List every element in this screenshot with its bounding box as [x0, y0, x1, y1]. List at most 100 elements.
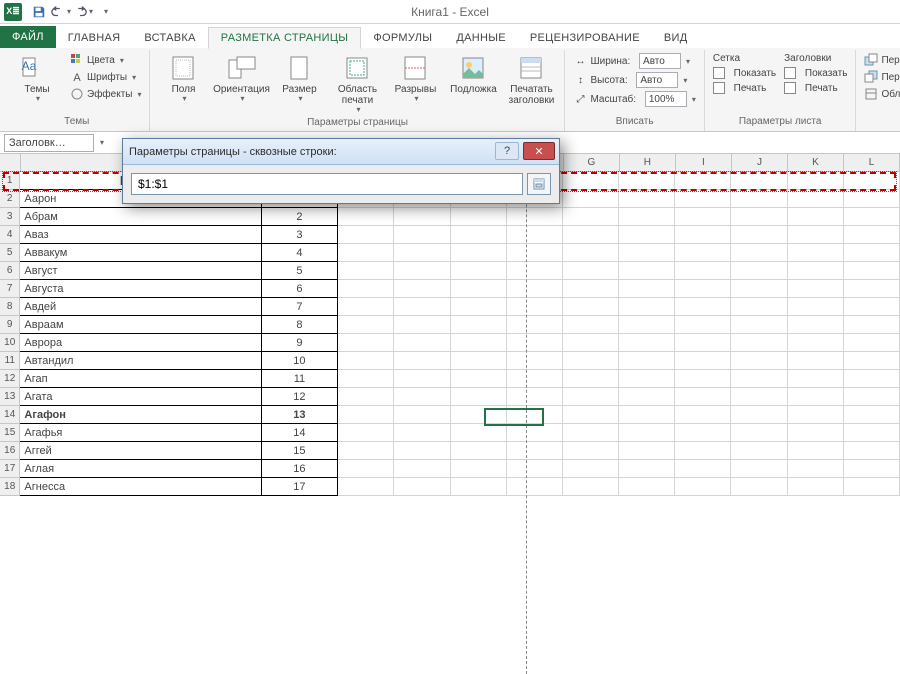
cell[interactable]	[788, 334, 844, 352]
cell[interactable]	[844, 460, 900, 478]
row-header[interactable]: 11	[0, 352, 20, 370]
cell[interactable]	[619, 352, 675, 370]
cell[interactable]	[563, 226, 619, 244]
cell[interactable]	[394, 388, 450, 406]
cell[interactable]	[338, 370, 394, 388]
row-header[interactable]: 12	[0, 370, 20, 388]
cell[interactable]	[844, 370, 900, 388]
save-icon[interactable]	[28, 2, 50, 22]
cell[interactable]	[394, 442, 450, 460]
cell[interactable]: Агата	[20, 388, 261, 406]
selection-pane[interactable]: Область выделения	[862, 86, 900, 102]
cell[interactable]: 3	[262, 226, 339, 244]
cell[interactable]	[451, 208, 507, 226]
undo-icon[interactable]: ▾	[50, 2, 72, 22]
cell[interactable]	[675, 172, 731, 190]
cell[interactable]	[788, 442, 844, 460]
tab-formulas[interactable]: ФОРМУЛЫ	[361, 28, 444, 48]
cell[interactable]: Автандил	[20, 352, 261, 370]
cell[interactable]	[619, 316, 675, 334]
cell[interactable]	[507, 226, 563, 244]
cell[interactable]	[338, 424, 394, 442]
cell[interactable]	[844, 478, 900, 496]
cell[interactable]	[451, 316, 507, 334]
row-header[interactable]: 17	[0, 460, 20, 478]
cell[interactable]	[675, 352, 731, 370]
tab-file[interactable]: ФАЙЛ	[0, 26, 56, 48]
cell[interactable]	[507, 424, 563, 442]
tab-review[interactable]: РЕЦЕНЗИРОВАНИЕ	[518, 28, 652, 48]
cell[interactable]	[788, 298, 844, 316]
bring-forward[interactable]: Переместить вперед	[862, 52, 900, 68]
cell[interactable]	[788, 190, 844, 208]
tab-view[interactable]: ВИД	[652, 28, 700, 48]
cell[interactable]	[844, 406, 900, 424]
tab-home[interactable]: ГЛАВНАЯ	[56, 28, 133, 48]
cell[interactable]	[394, 424, 450, 442]
cell[interactable]	[731, 370, 787, 388]
cell[interactable]	[844, 334, 900, 352]
name-box[interactable]: Заголовк…	[4, 134, 94, 152]
cell[interactable]	[394, 406, 450, 424]
cell[interactable]: Август	[20, 262, 261, 280]
cell[interactable]: 12	[262, 388, 339, 406]
cell[interactable]	[844, 442, 900, 460]
cell[interactable]	[675, 370, 731, 388]
cell[interactable]: Агнесса	[20, 478, 261, 496]
cell[interactable]	[619, 478, 675, 496]
row-header[interactable]: 3	[0, 208, 20, 226]
cell[interactable]	[731, 352, 787, 370]
cell[interactable]: Агафон	[20, 406, 261, 424]
cell[interactable]	[731, 244, 787, 262]
scale-percent[interactable]: ⤢Масштаб: 100%▾	[571, 90, 697, 108]
cell[interactable]	[844, 226, 900, 244]
cell[interactable]: Аврора	[20, 334, 261, 352]
theme-colors[interactable]: Цвета▾	[68, 52, 143, 68]
cell[interactable]	[619, 172, 675, 190]
cell[interactable]	[731, 208, 787, 226]
dialog-help-button[interactable]: ?	[495, 142, 519, 160]
cell[interactable]	[507, 244, 563, 262]
cell[interactable]	[563, 172, 619, 190]
print-area-button[interactable]: Область печати▾	[330, 52, 384, 117]
cell[interactable]	[731, 406, 787, 424]
qat-customize-icon[interactable]: ▾	[94, 2, 116, 22]
cell[interactable]: 16	[262, 460, 339, 478]
cell[interactable]	[507, 208, 563, 226]
cell[interactable]	[788, 460, 844, 478]
column-header[interactable]: G	[564, 154, 620, 172]
cell[interactable]	[563, 190, 619, 208]
cell[interactable]	[338, 262, 394, 280]
cell[interactable]	[394, 352, 450, 370]
cell[interactable]	[507, 316, 563, 334]
cell[interactable]	[675, 316, 731, 334]
cell[interactable]: 11	[262, 370, 339, 388]
cell[interactable]	[451, 460, 507, 478]
cell[interactable]: 14	[262, 424, 339, 442]
cell[interactable]	[394, 226, 450, 244]
cell[interactable]	[563, 208, 619, 226]
worksheet-grid[interactable]: ABCDEFGHIJKL 1ИменаНомер2Аарон13Абрам24А…	[0, 154, 900, 496]
cell[interactable]: Августа	[20, 280, 261, 298]
tab-insert[interactable]: ВСТАВКА	[132, 28, 207, 48]
cell[interactable]: Авраам	[20, 316, 261, 334]
cell[interactable]	[338, 442, 394, 460]
cell[interactable]	[619, 244, 675, 262]
cell[interactable]	[619, 388, 675, 406]
cell[interactable]	[451, 226, 507, 244]
cell[interactable]	[731, 226, 787, 244]
size-button[interactable]: Размер▾	[272, 52, 326, 106]
range-picker-dialog[interactable]: Параметры страницы - сквозные строки: ? …	[122, 138, 560, 204]
cell[interactable]	[675, 442, 731, 460]
cell[interactable]	[394, 208, 450, 226]
head-print[interactable]: Печать	[782, 81, 849, 95]
namebox-caret-icon[interactable]: ▾	[100, 138, 104, 147]
cell[interactable]	[731, 442, 787, 460]
cell[interactable]	[844, 424, 900, 442]
cell[interactable]	[451, 352, 507, 370]
cell[interactable]	[788, 280, 844, 298]
row-header[interactable]: 18	[0, 478, 20, 496]
cell[interactable]	[563, 388, 619, 406]
cell[interactable]	[675, 244, 731, 262]
cell[interactable]	[788, 424, 844, 442]
